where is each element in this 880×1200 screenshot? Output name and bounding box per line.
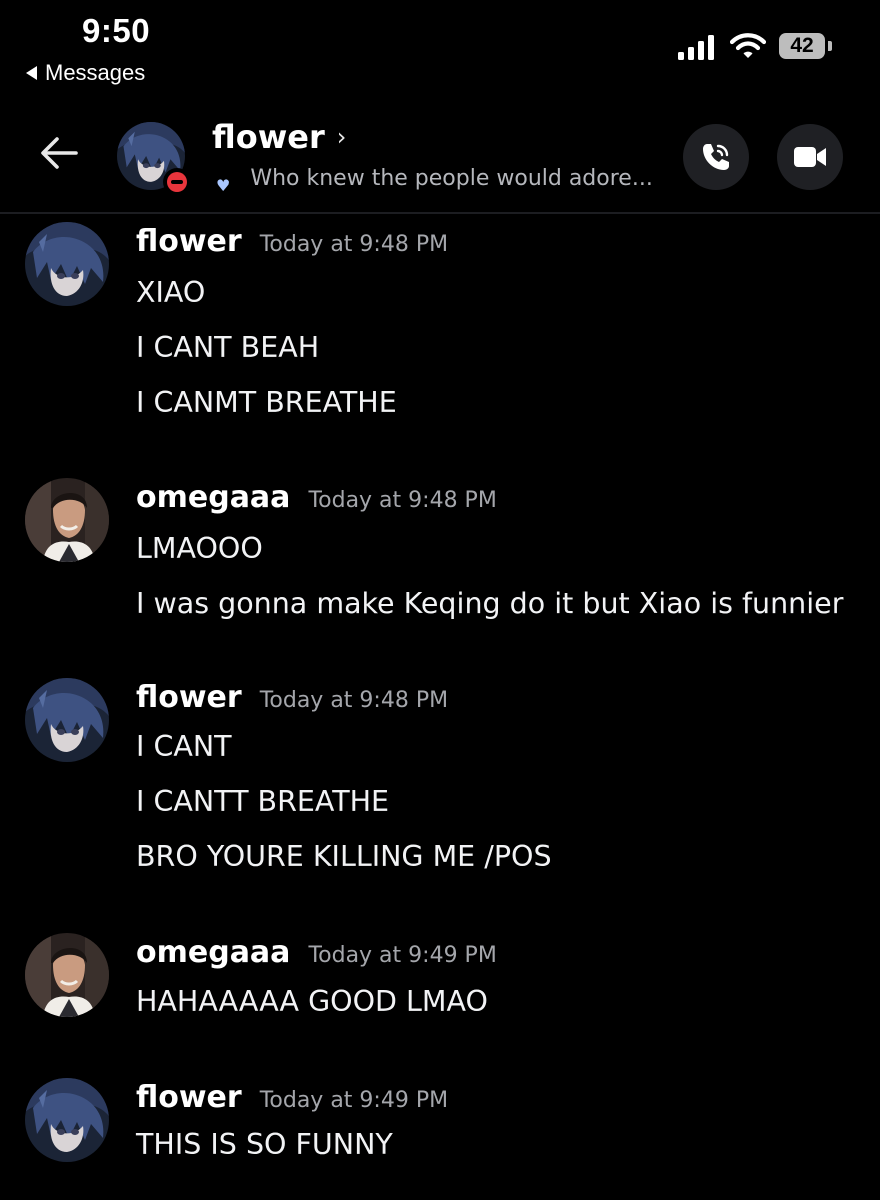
battery-cap — [828, 41, 832, 51]
channel-name-button[interactable]: flower › — [212, 118, 346, 156]
message-timestamp: Today at 9:48 PM — [308, 488, 497, 513]
phone-icon — [703, 144, 729, 170]
do-not-disturb-icon — [163, 168, 191, 196]
message-header: flower Today at 9:48 PM — [136, 224, 448, 259]
header-divider — [0, 212, 880, 214]
wifi-icon — [729, 32, 767, 65]
channel-name: flower — [212, 118, 325, 156]
status-time: 9:50 — [82, 12, 151, 49]
message-header: omegaaa Today at 9:48 PM — [136, 480, 497, 515]
avatar[interactable] — [25, 678, 109, 762]
message-text: BRO YOURE KILLING ME /POS — [136, 840, 552, 873]
status-bar: 9:50 Messages 42 — [0, 0, 880, 96]
avatar[interactable] — [25, 1078, 109, 1162]
message-header: flower Today at 9:49 PM — [136, 1080, 448, 1115]
message-text: LMAOOO — [136, 532, 263, 565]
battery-icon: 42 — [779, 33, 825, 59]
message-timestamp: Today at 9:48 PM — [259, 688, 449, 713]
video-camera-icon — [794, 147, 826, 167]
message-text: I CANMT BREATHE — [136, 386, 397, 419]
video-call-button[interactable] — [777, 124, 843, 190]
avatar[interactable] — [25, 222, 109, 306]
message-text: I CANT BEAH — [136, 331, 320, 364]
message-timestamp: Today at 9:48 PM — [259, 232, 449, 257]
message-author[interactable]: omegaaa — [136, 935, 290, 970]
message-author[interactable]: omegaaa — [136, 480, 290, 515]
header-avatar[interactable] — [117, 122, 191, 196]
arrow-left-icon — [41, 137, 78, 169]
message-text: HAHAAAAA GOOD LMAO — [136, 985, 488, 1018]
custom-status: ♥ Who knew the people would adore... — [216, 162, 653, 195]
message-timestamp: Today at 9:49 PM — [259, 1088, 449, 1113]
back-app-label: Messages — [45, 60, 146, 85]
message-header: omegaaa Today at 9:49 PM — [136, 935, 497, 970]
message-text: THIS IS SO FUNNY — [136, 1128, 393, 1161]
message-timestamp: Today at 9:49 PM — [308, 943, 497, 968]
message-text: I CANTT BREATHE — [136, 785, 390, 818]
voice-call-button[interactable] — [683, 124, 749, 190]
message-text: XIAO — [136, 276, 206, 309]
cellular-signal-icon — [678, 34, 714, 60]
heart-icon: ♥ — [216, 176, 231, 195]
channel-header: flower › ♥ Who knew the people would ado… — [0, 100, 880, 212]
back-to-messages-link[interactable]: Messages — [26, 60, 145, 86]
custom-status-text: Who knew the people would adore... — [250, 166, 653, 191]
message-author[interactable]: flower — [136, 1080, 242, 1115]
chevron-right-icon: › — [336, 123, 347, 151]
message-author[interactable]: flower — [136, 680, 242, 715]
message-header: flower Today at 9:48 PM — [136, 680, 448, 715]
avatar[interactable] — [25, 933, 109, 1017]
back-triangle-icon — [26, 66, 37, 80]
message-author[interactable]: flower — [136, 224, 242, 259]
back-arrow-button[interactable] — [38, 134, 80, 177]
message-text: I CANT — [136, 730, 232, 763]
message-text: I was gonna make Keqing do it but Xiao i… — [136, 587, 844, 620]
avatar[interactable] — [25, 478, 109, 562]
